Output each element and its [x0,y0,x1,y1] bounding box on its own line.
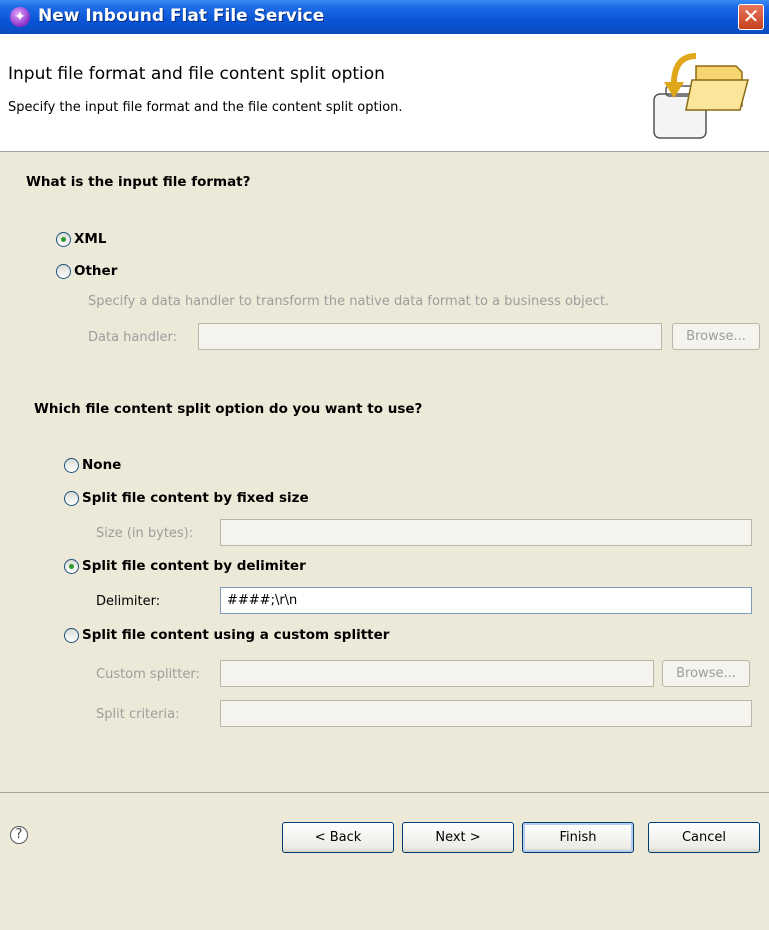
custom-splitter-label: Custom splitter: [96,667,200,682]
fixed-size-radio-option[interactable]: Split file content by fixed size [64,490,309,506]
none-label: None [82,457,122,473]
page-description: Specify the input file format and the fi… [8,100,403,115]
footer-separator [0,792,769,793]
help-icon[interactable]: ? [10,826,28,844]
delimiter-input[interactable] [220,587,752,614]
back-button[interactable]: < Back [282,822,394,853]
title-bar: ✦ New Inbound Flat File Service ✕ [0,0,769,34]
next-button[interactable]: Next > [402,822,514,853]
close-icon: ✕ [742,4,760,28]
other-label: Other [74,263,118,279]
xml-radio-option[interactable]: XML [56,231,106,247]
data-handler-label: Data handler: [88,330,177,345]
size-input[interactable] [220,519,752,546]
data-handler-input[interactable] [198,323,662,350]
data-handler-hint: Specify a data handler to transform the … [88,294,610,309]
size-label: Size (in bytes): [96,526,194,541]
custom-splitter-radio-option[interactable]: Split file content using a custom splitt… [64,627,389,643]
other-radio-option[interactable]: Other [56,263,117,279]
xml-radio[interactable] [56,231,71,247]
none-radio[interactable] [64,457,79,473]
fixed-size-label: Split file content by fixed size [82,490,309,506]
format-question: What is the input file format? [26,174,251,190]
delimiter-option-label: Split file content by delimiter [82,558,306,574]
folder-import-icon [653,53,749,139]
custom-splitter-input[interactable] [220,660,654,687]
none-radio-option[interactable]: None [64,457,121,473]
cancel-button[interactable]: Cancel [648,822,760,853]
xml-label: XML [74,231,107,247]
delimiter-radio[interactable] [64,558,79,574]
delimiter-label: Delimiter: [96,594,161,609]
custom-splitter-radio[interactable] [64,627,79,643]
window-title: New Inbound Flat File Service [38,6,325,26]
finish-button[interactable]: Finish [522,822,634,853]
custom-splitter-browse-button[interactable]: Browse... [662,660,750,687]
split-question: Which file content split option do you w… [34,401,423,417]
split-criteria-label: Split criteria: [96,707,180,722]
custom-splitter-option-label: Split file content using a custom splitt… [82,627,390,643]
close-button[interactable]: ✕ [738,4,764,30]
data-handler-browse-button[interactable]: Browse... [672,323,760,350]
other-radio[interactable] [56,263,71,279]
page-title: Input file format and file content split… [8,64,385,84]
delimiter-radio-option[interactable]: Split file content by delimiter [64,558,306,574]
app-icon: ✦ [10,7,30,27]
split-criteria-input[interactable] [220,700,752,727]
fixed-size-radio[interactable] [64,490,79,506]
